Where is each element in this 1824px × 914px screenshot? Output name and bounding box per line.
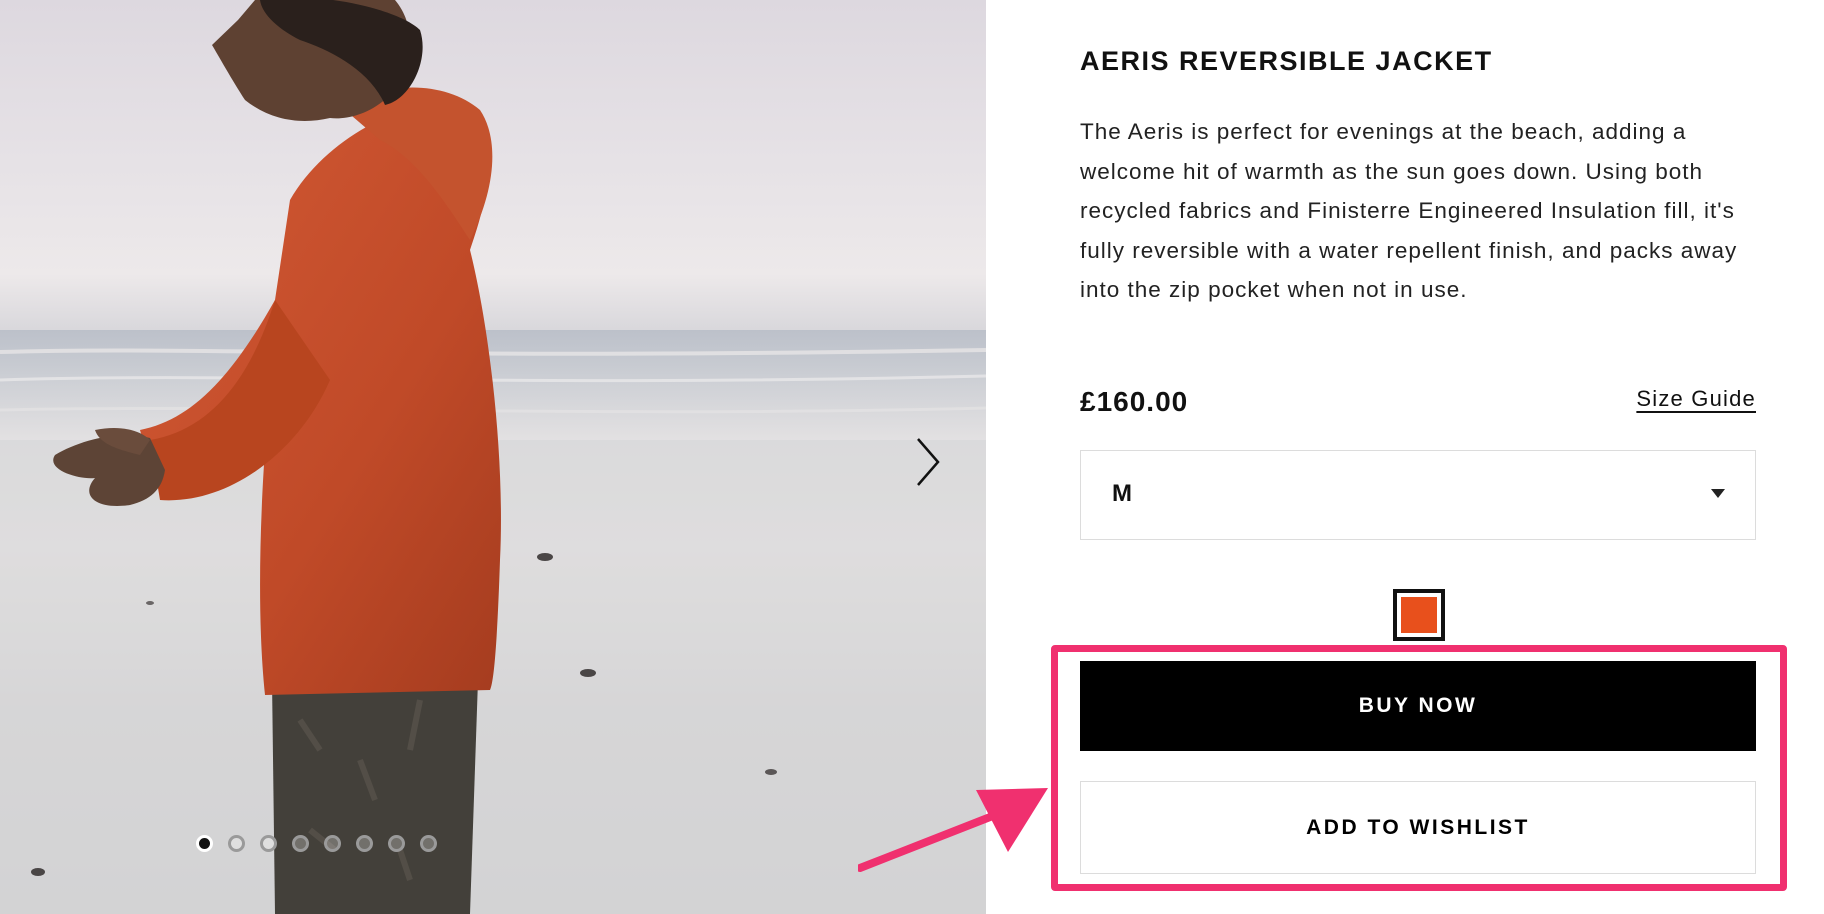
gallery-dot[interactable] <box>292 834 309 852</box>
size-guide-link[interactable]: Size Guide <box>1636 386 1756 412</box>
selected-size: M <box>1112 480 1132 507</box>
size-select[interactable]: M <box>1080 450 1756 540</box>
product-price: £160.00 <box>1080 386 1189 417</box>
gallery-dot[interactable] <box>228 834 245 852</box>
buy-now-button[interactable]: BUY NOW <box>1080 661 1756 751</box>
product-description: The Aeris is perfect for evenings at the… <box>1080 119 1738 302</box>
gallery-dot[interactable] <box>260 834 277 852</box>
gallery-dot[interactable] <box>388 834 405 852</box>
gallery-pagination <box>196 832 437 854</box>
product-image-gallery <box>0 0 986 914</box>
product-photo <box>0 0 986 914</box>
chevron-right-icon <box>917 438 940 486</box>
gallery-dot[interactable] <box>356 834 373 852</box>
swatch-fill <box>1401 597 1437 633</box>
product-info-panel: AERIS REVERSIBLE JACKET The Aeris is per… <box>1080 0 1756 914</box>
gallery-dot[interactable] <box>196 834 213 852</box>
add-to-wishlist-button[interactable]: ADD TO WISHLIST <box>1080 781 1756 874</box>
product-title: AERIS REVERSIBLE JACKET <box>1080 46 1493 76</box>
gallery-next-button[interactable] <box>908 432 948 492</box>
color-swatch-orange[interactable] <box>1393 589 1445 641</box>
gallery-dot[interactable] <box>420 834 437 852</box>
gallery-dot[interactable] <box>324 834 341 852</box>
caret-down-icon <box>1711 489 1725 498</box>
